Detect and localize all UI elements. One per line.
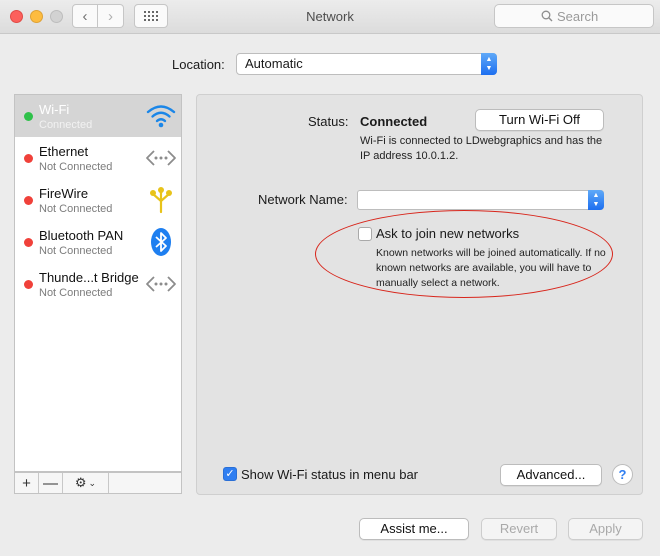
checkmark-icon: ✓ — [225, 468, 235, 480]
remove-service-button[interactable]: — — [39, 473, 63, 493]
service-status: Not Connected — [39, 287, 113, 299]
chevron-down-icon: ⌄ — [88, 477, 97, 488]
ask-to-join-description: Known networks will be joined automatica… — [376, 247, 606, 289]
bluetooth-icon — [151, 228, 171, 256]
status-dot — [24, 196, 33, 205]
gear-icon: ⚙ — [74, 475, 87, 490]
service-item-wifi[interactable]: Wi-Fi Connected — [15, 95, 181, 137]
service-actions-button[interactable]: ⚙ ⌄ — [63, 473, 109, 493]
chevron-up-icon: ▲ — [592, 192, 600, 199]
service-item-ethernet[interactable]: Ethernet Not Connected — [15, 137, 181, 179]
service-name: Thunde...t Bridge — [39, 270, 139, 285]
network-name-stepper[interactable]: ▲ ▼ — [588, 190, 604, 210]
service-item-firewire[interactable]: FireWire Not Connected — [15, 179, 181, 221]
status-label: Status: — [308, 114, 349, 129]
service-name: Ethernet — [39, 144, 89, 159]
network-name-input[interactable] — [358, 191, 583, 209]
service-name: FireWire — [39, 186, 89, 201]
service-name: Wi-Fi — [39, 102, 70, 117]
service-item-bluetooth-pan[interactable]: Bluetooth PAN Not Connected — [15, 221, 181, 263]
service-item-thunderbolt-bridge[interactable]: Thunde...t Bridge Not Connected — [15, 263, 181, 305]
status-dot — [24, 280, 33, 289]
network-name-combo[interactable]: ▲ ▼ — [357, 190, 604, 210]
revert-button[interactable]: Revert — [481, 518, 557, 540]
location-value: Automatic — [245, 56, 303, 71]
ethernet-icon — [146, 150, 176, 166]
network-name-label: Network Name: — [258, 192, 348, 207]
ask-to-join-checkbox[interactable] — [358, 227, 372, 241]
service-name: Bluetooth PAN — [39, 228, 124, 243]
firewire-icon — [150, 187, 172, 214]
thunderbolt-bridge-icon — [146, 276, 176, 292]
help-button[interactable]: ? — [612, 464, 633, 485]
search-input[interactable] — [557, 8, 607, 24]
service-status: Not Connected — [39, 203, 113, 215]
service-status: Not Connected — [39, 161, 113, 173]
location-stepper[interactable]: ▲ ▼ — [481, 53, 497, 75]
status-dot — [24, 238, 33, 247]
service-toolbar: + — ⚙ ⌄ — [14, 472, 182, 494]
search-field[interactable] — [494, 4, 654, 28]
service-status: Not Connected — [39, 245, 113, 257]
show-wifi-status-label: Show Wi-Fi status in menu bar — [241, 467, 419, 482]
advanced-button[interactable]: Advanced... — [500, 464, 602, 486]
chevron-down-icon: ▼ — [485, 65, 493, 72]
service-status: Connected — [39, 119, 93, 131]
apply-button[interactable]: Apply — [568, 518, 643, 540]
status-description: Wi-Fi is connected to LDwebgraphics and … — [360, 135, 603, 162]
chevron-down-icon: ▼ — [592, 201, 600, 208]
assist-me-button[interactable]: Assist me... — [359, 518, 469, 540]
search-icon — [541, 10, 553, 22]
chevron-up-icon: ▲ — [485, 56, 493, 63]
status-dot — [24, 154, 33, 163]
status-dot — [24, 112, 33, 121]
title-bar: ‹ › Network — [0, 0, 660, 34]
add-service-button[interactable]: + — [15, 473, 39, 493]
location-select[interactable]: Automatic ▲ ▼ — [236, 53, 497, 75]
service-list[interactable]: Wi-Fi Connected Ethernet Not Connected F… — [14, 94, 182, 472]
show-wifi-status-checkbox[interactable]: ✓ — [223, 467, 237, 481]
wifi-icon — [146, 105, 176, 128]
turn-wifi-off-button[interactable]: Turn Wi-Fi Off — [475, 109, 604, 131]
status-value: Connected — [360, 114, 428, 129]
location-label: Location: — [172, 57, 225, 72]
ask-to-join-label: Ask to join new networks — [376, 226, 520, 241]
